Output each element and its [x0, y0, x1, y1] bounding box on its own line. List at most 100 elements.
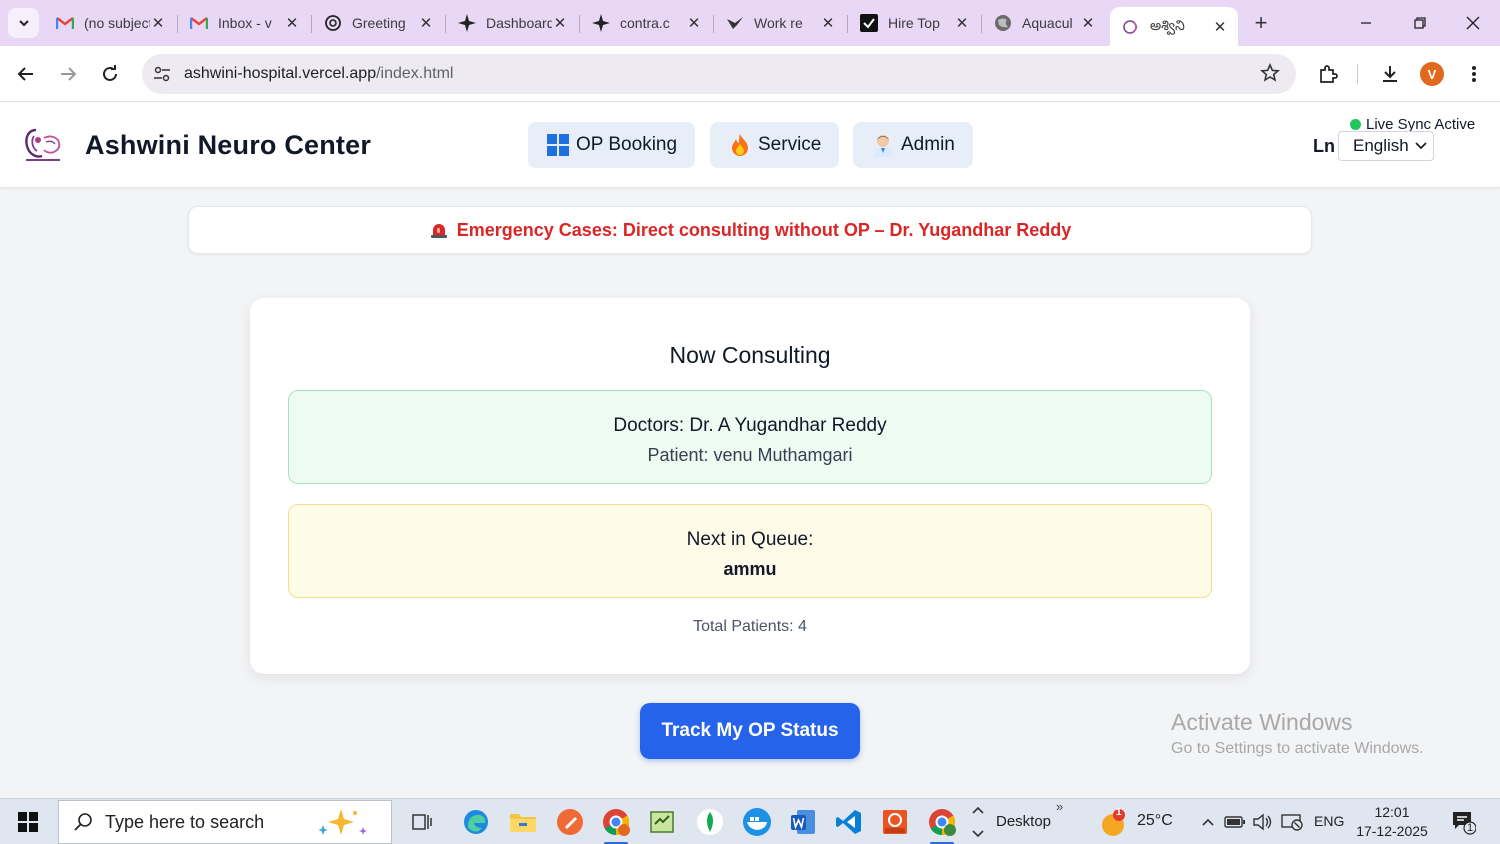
close-icon[interactable]: ✕ — [150, 14, 166, 32]
tab-dashboard[interactable]: Dashboard ✕ — [446, 6, 578, 40]
gmail-icon — [190, 14, 208, 32]
tab-gmail-1[interactable]: (no subject) ✕ — [44, 6, 176, 40]
url-path: /index.html — [376, 65, 454, 82]
kebab-menu-icon — [1472, 66, 1476, 82]
tab-hospital-active[interactable]: అశ్విని ✕ — [1110, 7, 1238, 46]
browser-toolbar: ashwini-hospital.vercel.app/index.html — [0, 46, 1500, 102]
language-value: English — [1353, 136, 1409, 155]
nav-op-booking[interactable]: OP Booking — [528, 122, 696, 168]
taskbar-ubuntu[interactable] — [877, 804, 913, 840]
tab-search-button[interactable] — [8, 8, 39, 38]
taskbar-mongodb[interactable] — [692, 804, 728, 840]
downloads-button[interactable] — [1376, 60, 1404, 88]
close-icon[interactable]: ✕ — [1212, 18, 1228, 36]
nav-admin[interactable]: Admin — [853, 122, 973, 168]
download-icon — [1383, 66, 1397, 82]
new-tab-button[interactable]: + — [1248, 10, 1274, 36]
doctor-icon — [871, 133, 895, 157]
status-dot-icon — [1350, 119, 1361, 130]
taskbar-docker[interactable] — [739, 804, 775, 840]
back-button[interactable] — [12, 60, 40, 88]
input-language[interactable]: ENG — [1314, 813, 1344, 829]
language-select[interactable]: English — [1338, 131, 1434, 161]
windows-grid-icon — [546, 133, 570, 157]
check-icon — [860, 14, 878, 32]
start-button[interactable] — [18, 812, 38, 832]
taskbar-search-input[interactable]: Type here to search — [58, 800, 392, 844]
battery-icon — [1224, 816, 1245, 828]
tab-title: అశ్విని — [1150, 16, 1185, 33]
track-op-status-button[interactable]: Track My OP Status — [640, 703, 860, 759]
gmail-icon — [56, 14, 74, 32]
tab-contra[interactable]: contra.c ✕ — [580, 6, 712, 40]
tray-battery[interactable] — [1222, 804, 1248, 840]
hospital-logo-icon[interactable] — [22, 124, 64, 164]
weather-widget[interactable]: 1 — [1096, 804, 1130, 840]
address-bar[interactable]: ashwini-hospital.vercel.app/index.html — [142, 54, 1296, 94]
brand-title[interactable]: Ashwini Neuro Center — [85, 130, 371, 161]
taskbar-chrome-2[interactable] — [924, 804, 960, 844]
forward-button[interactable] — [54, 60, 82, 88]
bookmark-star-icon[interactable] — [1260, 63, 1280, 88]
close-icon[interactable]: ✕ — [552, 14, 568, 32]
folder-icon — [510, 814, 536, 832]
site-header: Ashwini Neuro Center OP Booking Service … — [0, 102, 1500, 188]
tab-hire[interactable]: Hire Top ✕ — [848, 6, 980, 40]
taskbar-file-explorer[interactable] — [505, 804, 541, 840]
tab-aquaculture[interactable]: Aquacul ✕ — [982, 6, 1106, 40]
task-view-button[interactable] — [404, 804, 440, 840]
close-icon[interactable]: ✕ — [284, 14, 300, 32]
notepad-app-icon — [650, 811, 674, 833]
close-icon[interactable]: ✕ — [1080, 14, 1096, 32]
notification-center[interactable]: 1 — [1446, 804, 1480, 840]
minimize-button[interactable] — [1346, 8, 1386, 38]
taskbar-app-green[interactable] — [644, 804, 680, 840]
tray-overflow-button[interactable] — [1196, 804, 1220, 840]
close-icon[interactable]: ✕ — [820, 14, 836, 32]
activate-windows-subtitle: Go to Settings to activate Windows. — [1171, 740, 1424, 757]
tab-title: Hire Top — [888, 15, 940, 31]
vscode-icon — [836, 810, 861, 834]
patient-line: Patient: venu Muthamgari — [647, 445, 853, 465]
desktop-toolbar-label[interactable]: Desktop — [996, 813, 1051, 830]
extensions-button[interactable] — [1314, 60, 1342, 88]
tray-volume[interactable] — [1250, 804, 1276, 840]
tab-chatgpt[interactable]: Greeting ✕ — [312, 6, 444, 40]
site-info-icon[interactable] — [152, 64, 172, 84]
chrome-icon — [603, 809, 630, 836]
system-clock[interactable]: 12:01 17-12-2025 — [1352, 803, 1432, 841]
word-icon — [791, 810, 815, 834]
url-host: ashwini-hospital.vercel.app — [184, 65, 377, 82]
taskbar-word[interactable] — [785, 804, 821, 840]
taskbar-vscode[interactable] — [831, 804, 867, 840]
network-icon — [1281, 814, 1303, 831]
sparkle-icon — [311, 807, 377, 844]
tab-gmail-2[interactable]: Inbox - v ✕ — [178, 6, 310, 40]
ubuntu-terminal-icon — [883, 810, 907, 834]
close-icon[interactable]: ✕ — [954, 14, 970, 32]
task-view-icon — [412, 814, 432, 830]
close-icon[interactable]: ✕ — [686, 14, 702, 32]
profile-avatar[interactable]: V — [1420, 62, 1444, 86]
taskbar-app-orange[interactable] — [552, 804, 588, 840]
tray-network[interactable] — [1278, 804, 1306, 840]
reload-button[interactable] — [96, 60, 124, 88]
next-queue-name: ammu — [723, 559, 777, 579]
sun-icon — [1102, 809, 1125, 836]
close-window-button[interactable] — [1453, 8, 1493, 38]
nav-service[interactable]: Service — [710, 122, 840, 168]
taskbar-chrome-1[interactable] — [598, 804, 634, 844]
taskbar-overflow-scroll[interactable] — [964, 804, 992, 840]
browser-menu-button[interactable] — [1460, 60, 1488, 88]
tab-title: Work re — [754, 15, 803, 31]
tab-work[interactable]: Work re ✕ — [714, 6, 846, 40]
reload-icon — [103, 65, 117, 81]
temperature[interactable]: 25°C — [1137, 812, 1173, 830]
tab-title: Inbox - v — [218, 15, 272, 31]
close-icon[interactable]: ✕ — [418, 14, 434, 32]
restore-button[interactable] — [1400, 8, 1440, 38]
taskbar-edge[interactable] — [458, 804, 494, 840]
star4-icon — [592, 14, 610, 32]
arrow-left-icon — [17, 67, 33, 81]
double-chevron-icon[interactable]: » — [1056, 799, 1063, 814]
